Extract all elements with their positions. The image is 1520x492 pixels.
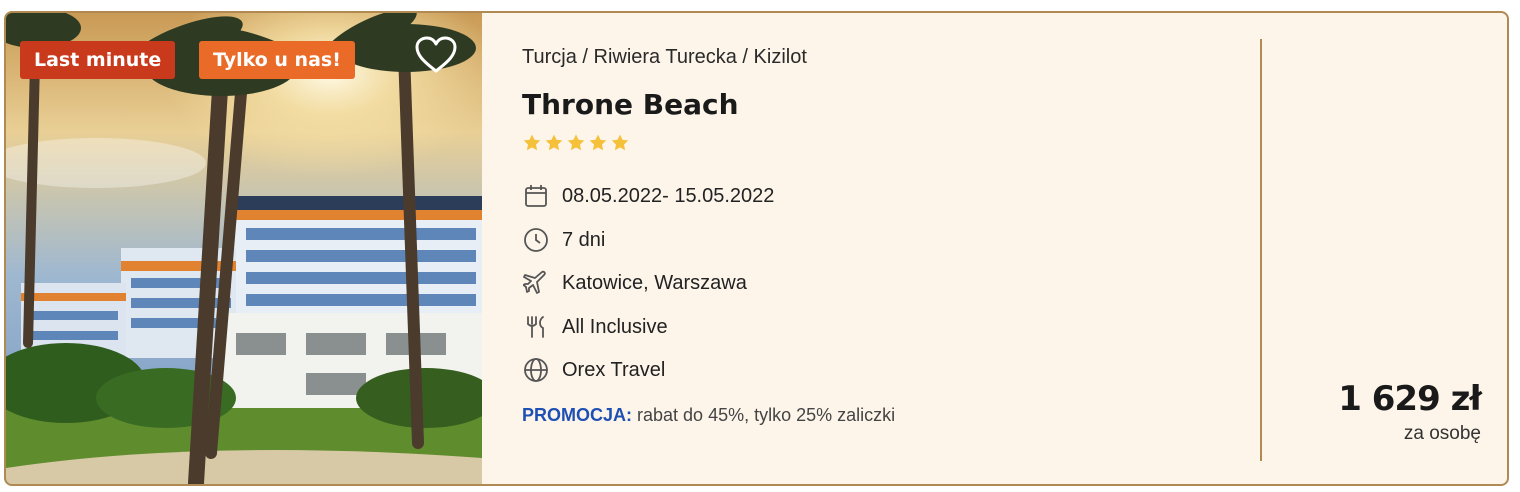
- star-icon: [545, 134, 563, 151]
- duration-row: 7 dni: [522, 226, 605, 254]
- star-icon: [611, 134, 629, 151]
- star-rating: [522, 133, 630, 153]
- star-icon: [567, 134, 585, 151]
- hotel-name[interactable]: Throne Beach: [522, 88, 739, 121]
- board-type: All Inclusive: [562, 315, 668, 338]
- price[interactable]: 1 629 zł: [1338, 379, 1482, 419]
- calendar-icon: [522, 182, 550, 210]
- divider: [1260, 39, 1262, 461]
- airplane-icon: [522, 269, 550, 297]
- breadcrumb[interactable]: Turcja / Riwiera Turecka / Kizilot: [522, 46, 807, 69]
- operator-row: Orex Travel: [522, 356, 665, 384]
- star-icon: [523, 134, 541, 151]
- departure-row: Katowice, Warszawa: [522, 269, 747, 297]
- promo-text: rabat do 45%, tylko 25% zaliczki: [632, 405, 896, 425]
- tour-operator: Orex Travel: [562, 358, 666, 381]
- favorite-heart-icon[interactable]: [413, 35, 459, 75]
- trip-duration: 7 dni: [562, 228, 606, 251]
- globe-icon: [522, 356, 550, 384]
- cutlery-icon: [522, 313, 550, 341]
- dates-row: 08.05.2022- 15.05.2022: [522, 182, 774, 210]
- last-minute-badge: Last minute: [20, 41, 176, 79]
- trip-dates: 08.05.2022- 15.05.2022: [562, 184, 775, 207]
- clock-icon: [522, 226, 550, 254]
- board-row: All Inclusive: [522, 313, 668, 341]
- offer-card[interactable]: Last minute Tylko u nas! Turcja / Riwier…: [4, 11, 1509, 486]
- promo-label: PROMOCJA:: [522, 405, 633, 425]
- exclusive-badge: Tylko u nas!: [199, 41, 355, 79]
- hotel-photo[interactable]: [6, 13, 482, 484]
- star-icon: [589, 134, 607, 151]
- promotion: PROMOCJA: rabat do 45%, tylko 25% zalicz…: [522, 405, 895, 426]
- departure-airports: Katowice, Warszawa: [562, 271, 747, 294]
- price-note: za osobę: [1403, 423, 1481, 444]
